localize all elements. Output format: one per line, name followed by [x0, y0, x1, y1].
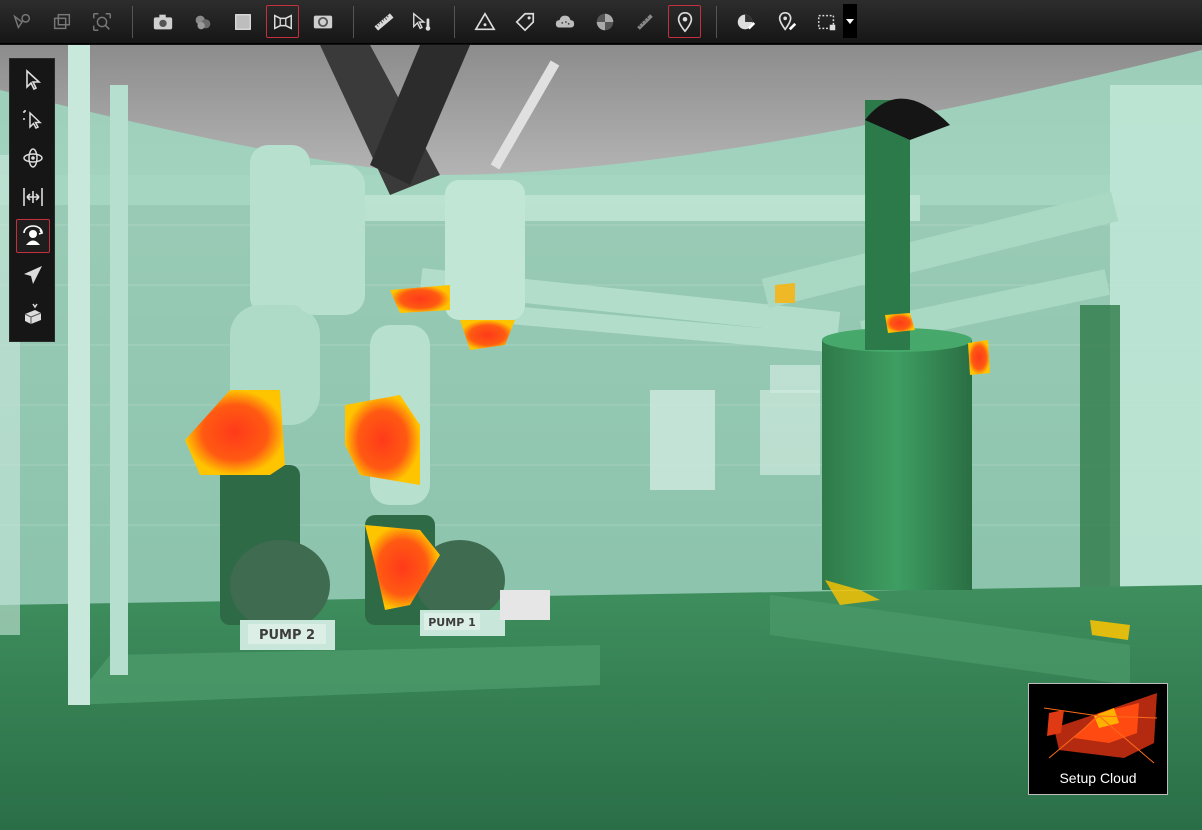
point-cloud-viewport[interactable]: PUMP 2 PUMP 1 [0, 45, 1202, 830]
fly-icon[interactable] [16, 258, 50, 292]
pie-edit-icon[interactable] [729, 5, 762, 38]
ruler-icon[interactable] [367, 5, 400, 38]
selection-dropdown-button[interactable] [843, 4, 857, 38]
setup-cloud-preview [1039, 688, 1159, 768]
pointer-icon[interactable] [16, 63, 50, 97]
pump1-label: PUMP 1 [428, 616, 476, 629]
tag-icon[interactable] [508, 5, 541, 38]
layers-icon[interactable] [186, 5, 219, 38]
chevron-down-icon [846, 19, 854, 24]
navigation-toolbar [9, 58, 55, 342]
zoom-fit-icon[interactable] [85, 5, 118, 38]
cloud-icon[interactable] [548, 5, 581, 38]
box-select-icon[interactable] [16, 102, 50, 136]
main-toolbar [0, 0, 1202, 44]
probe-icon[interactable] [405, 5, 438, 38]
square-view-icon[interactable] [226, 5, 259, 38]
camera-icon[interactable] [146, 5, 179, 38]
pin-edit-icon[interactable] [770, 5, 803, 38]
pan-icon[interactable] [16, 180, 50, 214]
clip-box-icon[interactable] [16, 297, 50, 331]
target-icon[interactable] [588, 5, 621, 38]
scan-view-icon[interactable] [266, 5, 299, 38]
panorama-icon[interactable] [306, 5, 339, 38]
measure-line-icon[interactable] [628, 5, 661, 38]
setup-cloud-label: Setup Cloud [1059, 770, 1137, 786]
walk-icon[interactable] [16, 219, 50, 253]
triangle-marker-icon[interactable] [468, 5, 501, 38]
select-area-icon[interactable] [5, 5, 38, 38]
location-pin-icon[interactable] [668, 5, 701, 38]
pump2-label: PUMP 2 [259, 628, 315, 643]
orbit-icon[interactable] [16, 141, 50, 175]
selection-box-icon[interactable] [810, 5, 843, 38]
copy-view-icon[interactable] [45, 5, 78, 38]
point-cloud-scene: PUMP 2 PUMP 1 [0, 45, 1202, 830]
setup-cloud-thumbnail[interactable]: Setup Cloud [1028, 683, 1168, 795]
